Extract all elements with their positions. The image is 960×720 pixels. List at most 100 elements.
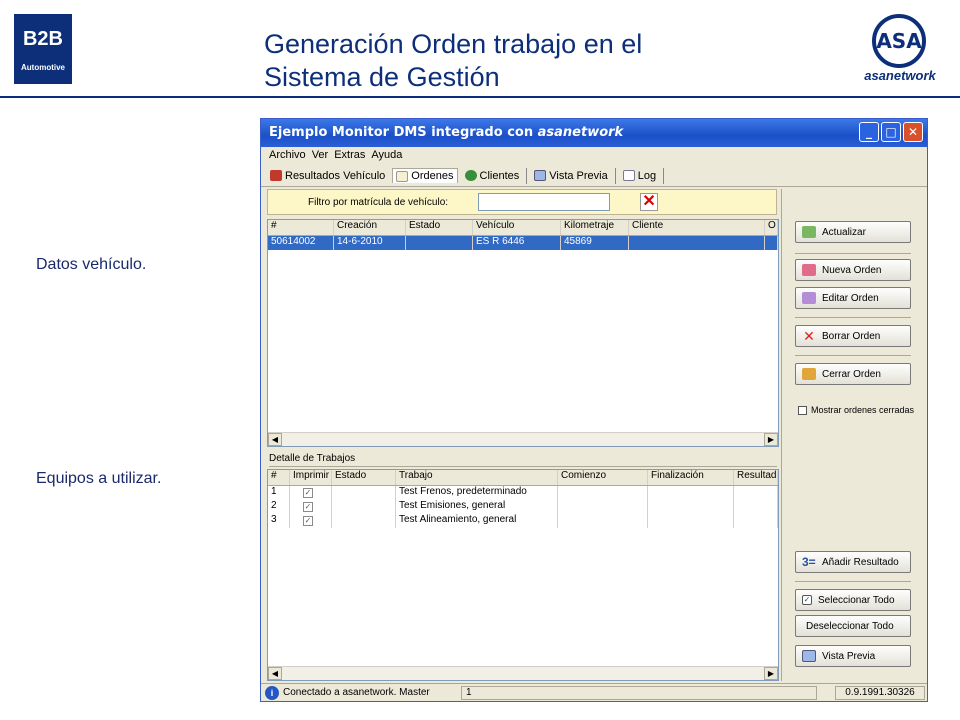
cell-comienzo <box>558 514 648 528</box>
plate-filter-input[interactable] <box>478 193 611 211</box>
cell-number: 3 <box>268 514 290 528</box>
close-button[interactable]: ✕ <box>903 122 923 142</box>
seleccionar-todo-button[interactable]: ✓ Seleccionar Todo <box>795 589 911 611</box>
tab-separator <box>614 167 616 184</box>
window-title: Ejemplo Monitor DMS integrado con <box>269 125 534 140</box>
print-checkbox[interactable]: ✓ <box>303 488 313 498</box>
cell-finalizacion <box>648 514 734 528</box>
tab-label: Clientes <box>479 169 520 182</box>
col-resultado[interactable]: Resultado <box>734 470 778 485</box>
horizontal-scrollbar[interactable]: ◀ ▶ <box>268 666 778 680</box>
table-row[interactable]: 3 ✓ Test Alineamiento, general <box>268 514 778 528</box>
col-number[interactable]: # <box>268 470 290 485</box>
cell-estado <box>406 236 473 250</box>
menu-ayuda[interactable]: Ayuda <box>371 149 402 163</box>
maximize-button[interactable]: □ <box>881 122 901 142</box>
cell-vehiculo: ES R 6446 <box>473 236 561 250</box>
cell-o <box>765 236 778 250</box>
panel-divider <box>795 253 911 254</box>
tab-bar: Resultados Vehículo Ordenes Clientes Vis… <box>261 165 927 187</box>
window-titlebar[interactable]: Ejemplo Monitor DMS integrado con asanet… <box>261 119 927 147</box>
print-checkbox[interactable]: ✓ <box>303 502 313 512</box>
col-estado[interactable]: Estado <box>406 220 473 235</box>
delete-icon: ✕ <box>803 328 815 344</box>
status-bar: i Conectado a asanetwork. Master 1 0.9.1… <box>261 683 927 701</box>
cell-comienzo <box>558 500 648 514</box>
detail-section-label: Detalle de Trabajos <box>269 453 777 467</box>
col-trabajo[interactable]: Trabajo <box>396 470 558 485</box>
col-comienzo[interactable]: Comienzo <box>558 470 648 485</box>
cell-trabajo: Test Frenos, predeterminado <box>396 486 558 500</box>
panel-divider <box>795 581 911 582</box>
print-checkbox[interactable]: ✓ <box>303 516 313 526</box>
col-finalizacion[interactable]: Finalización <box>648 470 734 485</box>
col-o[interactable]: O <box>765 220 778 235</box>
status-text: Conectado a asanetwork. Master <box>283 687 430 698</box>
cell-trabajo: Test Emisiones, general <box>396 500 558 514</box>
col-kilometraje[interactable]: Kilometraje <box>561 220 629 235</box>
tab-vista-previa[interactable]: Vista Previa <box>531 169 611 183</box>
actualizar-button[interactable]: Actualizar <box>795 221 911 243</box>
menu-extras[interactable]: Extras <box>334 149 365 163</box>
menu-archivo[interactable]: Archivo <box>269 149 306 163</box>
minimize-button[interactable]: _ <box>859 122 879 142</box>
col-vehiculo[interactable]: Vehículo <box>473 220 561 235</box>
menu-bar: Archivo Ver Extras Ayuda <box>261 147 927 165</box>
checkbox-box[interactable] <box>798 405 807 415</box>
new-order-icon <box>802 264 816 276</box>
col-creacion[interactable]: Creación <box>334 220 406 235</box>
label-vehicle-data: Datos vehículo. <box>36 256 147 273</box>
tab-clientes[interactable]: Clientes <box>462 169 523 183</box>
vista-previa-button[interactable]: Vista Previa <box>795 645 911 667</box>
button-label: Deseleccionar Todo <box>806 620 894 632</box>
button-label: Añadir Resultado <box>822 556 899 568</box>
scroll-right-icon[interactable]: ▶ <box>764 433 778 446</box>
cell-imprimir: ✓ <box>290 500 332 514</box>
cell-kilometraje: 45869 <box>561 236 629 250</box>
col-imprimir[interactable]: Imprimir <box>290 470 332 485</box>
deseleccionar-todo-button[interactable]: Deseleccionar Todo <box>795 615 911 637</box>
asa-mark: ASA <box>872 14 926 68</box>
nueva-orden-button[interactable]: Nueva Orden <box>795 259 911 281</box>
scroll-left-icon[interactable]: ◀ <box>268 433 282 446</box>
slide-title-line2: Sistema de Gestión <box>264 62 500 92</box>
tab-ordenes[interactable]: Ordenes <box>392 168 458 183</box>
menu-ver[interactable]: Ver <box>312 149 329 163</box>
action-panel: Actualizar Nueva Orden Editar Orden ✕ Bo… <box>781 189 925 681</box>
cell-imprimir: ✓ <box>290 486 332 500</box>
tab-label: Resultados Vehículo <box>285 169 386 182</box>
horizontal-scrollbar[interactable]: ◀ ▶ <box>268 432 778 446</box>
person-icon <box>464 170 477 181</box>
version-text: 0.9.1991.30326 <box>835 685 925 700</box>
button-label: Borrar Orden <box>822 330 881 342</box>
table-row[interactable]: 1 ✓ Test Frenos, predeterminado <box>268 486 778 500</box>
car-icon <box>270 170 282 181</box>
info-icon: i <box>265 685 279 700</box>
button-label: Nueva Orden <box>822 264 882 276</box>
asa-text: asanetwork <box>864 68 936 83</box>
slide-title-line1: Generación Orden trabajo en el <box>264 29 643 59</box>
cell-number: 2 <box>268 500 290 514</box>
close-order-icon <box>802 368 816 380</box>
col-number[interactable]: # <box>268 220 334 235</box>
tab-separator <box>526 167 528 184</box>
table-row[interactable]: 2 ✓ Test Emisiones, general <box>268 500 778 514</box>
cell-resultado <box>734 500 778 514</box>
borrar-orden-button[interactable]: ✕ Borrar Orden <box>795 325 911 347</box>
cerrar-orden-button[interactable]: Cerrar Orden <box>795 363 911 385</box>
anadir-resultado-button[interactable]: 3= Añadir Resultado <box>795 551 911 573</box>
clear-filter-icon[interactable]: ✕ <box>640 193 659 211</box>
tab-resultados-vehiculo[interactable]: Resultados Vehículo <box>267 169 388 183</box>
col-cliente[interactable]: Cliente <box>629 220 765 235</box>
button-label: Actualizar <box>822 226 866 238</box>
editar-orden-button[interactable]: Editar Orden <box>795 287 911 309</box>
scroll-left-icon[interactable]: ◀ <box>268 667 282 680</box>
cell-resultado <box>734 514 778 528</box>
logo-main-text: B2B <box>22 28 63 50</box>
tab-log[interactable]: Log <box>620 169 659 183</box>
show-closed-orders-checkbox[interactable]: Mostrar ordenes cerradas <box>798 405 914 415</box>
scroll-right-icon[interactable]: ▶ <box>764 667 778 680</box>
table-row[interactable]: 50614002 14-6-2010 ES R 6446 45869 <box>268 236 778 250</box>
col-estado[interactable]: Estado <box>332 470 396 485</box>
refresh-icon <box>802 226 816 238</box>
